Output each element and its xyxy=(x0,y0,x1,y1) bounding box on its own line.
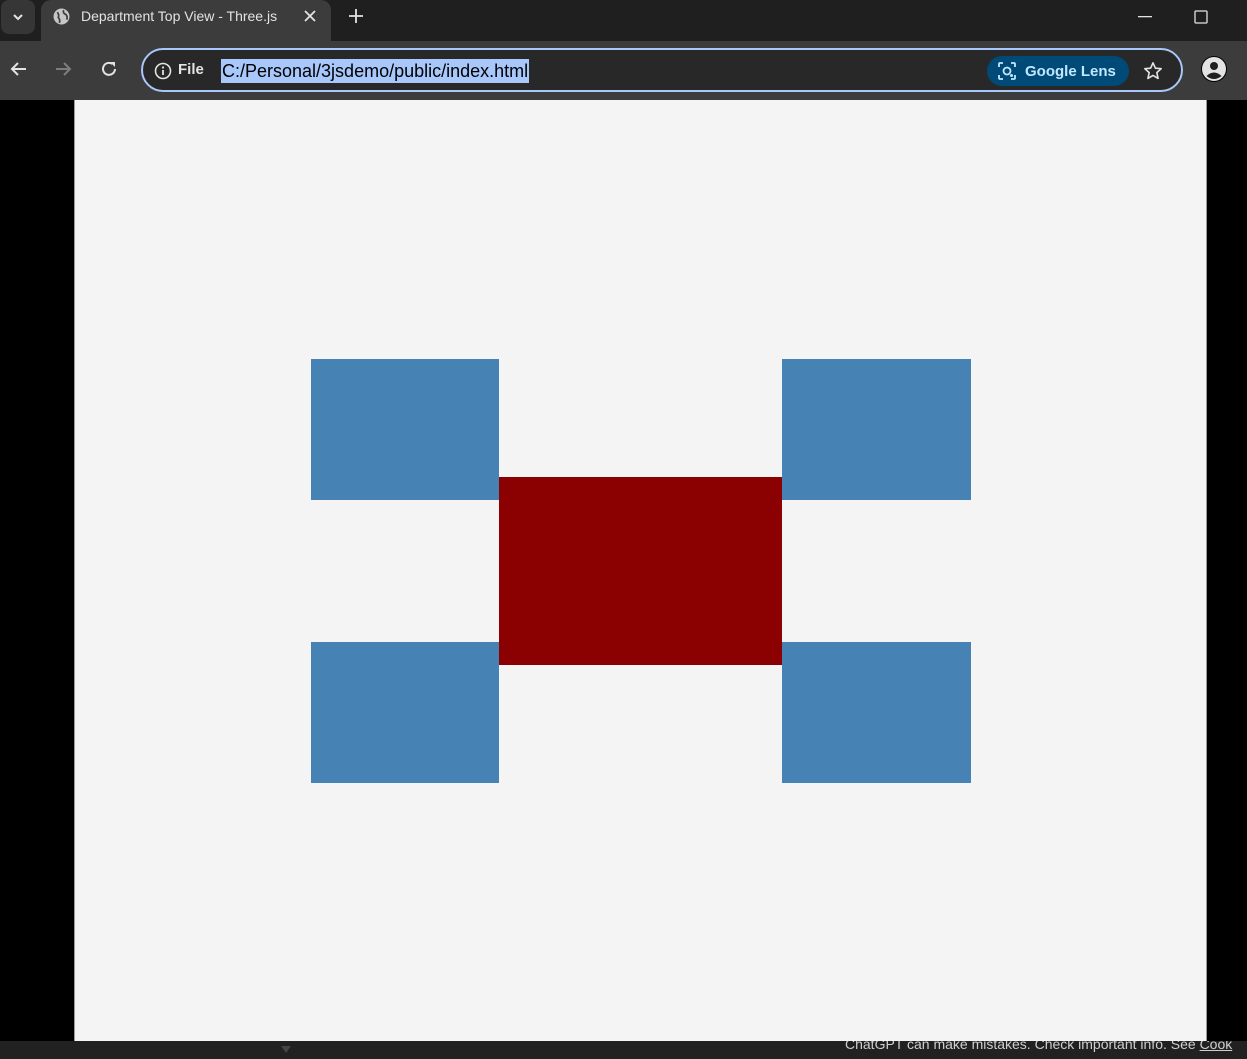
bottom-bar: ChatGPT can make mistakes. Check importa… xyxy=(0,1041,1247,1059)
star-icon[interactable] xyxy=(1141,59,1165,83)
arrow-left-icon[interactable] xyxy=(7,57,31,81)
url-text[interactable]: C:/Personal/3jsdemo/public/index.html xyxy=(221,59,530,83)
security-label[interactable]: File xyxy=(178,61,204,78)
arrow-right-icon[interactable] xyxy=(51,57,75,81)
minimize-icon[interactable] xyxy=(1131,8,1159,26)
room-bottom-left xyxy=(311,642,499,783)
footer-note-text: ChatGPT can make mistakes. Check importa… xyxy=(845,1041,1200,1052)
globe-icon xyxy=(53,8,70,25)
room-bottom-right xyxy=(782,642,971,783)
room-top-right xyxy=(782,359,971,500)
toolbar: File C:/Personal/3jsdemo/public/index.ht… xyxy=(0,41,1247,100)
plus-icon[interactable] xyxy=(345,5,367,27)
tab-search-button[interactable] xyxy=(1,0,35,34)
lens-icon xyxy=(998,62,1016,80)
close-icon[interactable] xyxy=(300,6,320,26)
room-center xyxy=(499,477,782,665)
person-icon xyxy=(1202,57,1226,81)
lens-label: Google Lens xyxy=(1025,62,1116,80)
chevron-down-icon xyxy=(13,14,23,21)
footer-note: ChatGPT can make mistakes. Check importa… xyxy=(845,1041,1232,1052)
tab-strip: Department Top View - Three.js xyxy=(0,0,1247,41)
footer-link[interactable]: Cook xyxy=(1200,1041,1233,1052)
tab-active[interactable]: Department Top View - Three.js xyxy=(41,0,331,41)
profile-button[interactable] xyxy=(1201,56,1227,82)
three-canvas[interactable] xyxy=(75,100,1208,1041)
info-icon[interactable] xyxy=(154,62,172,80)
address-bar[interactable]: File C:/Personal/3jsdemo/public/index.ht… xyxy=(141,48,1183,92)
chevron-down-icon[interactable] xyxy=(280,1044,292,1056)
room-top-left xyxy=(311,359,499,500)
maximize-icon[interactable] xyxy=(1187,5,1215,29)
reload-icon[interactable] xyxy=(97,57,121,81)
tab-title: Department Top View - Three.js xyxy=(81,8,278,24)
google-lens-button[interactable]: Google Lens xyxy=(987,56,1129,86)
page-viewport xyxy=(74,100,1207,1041)
